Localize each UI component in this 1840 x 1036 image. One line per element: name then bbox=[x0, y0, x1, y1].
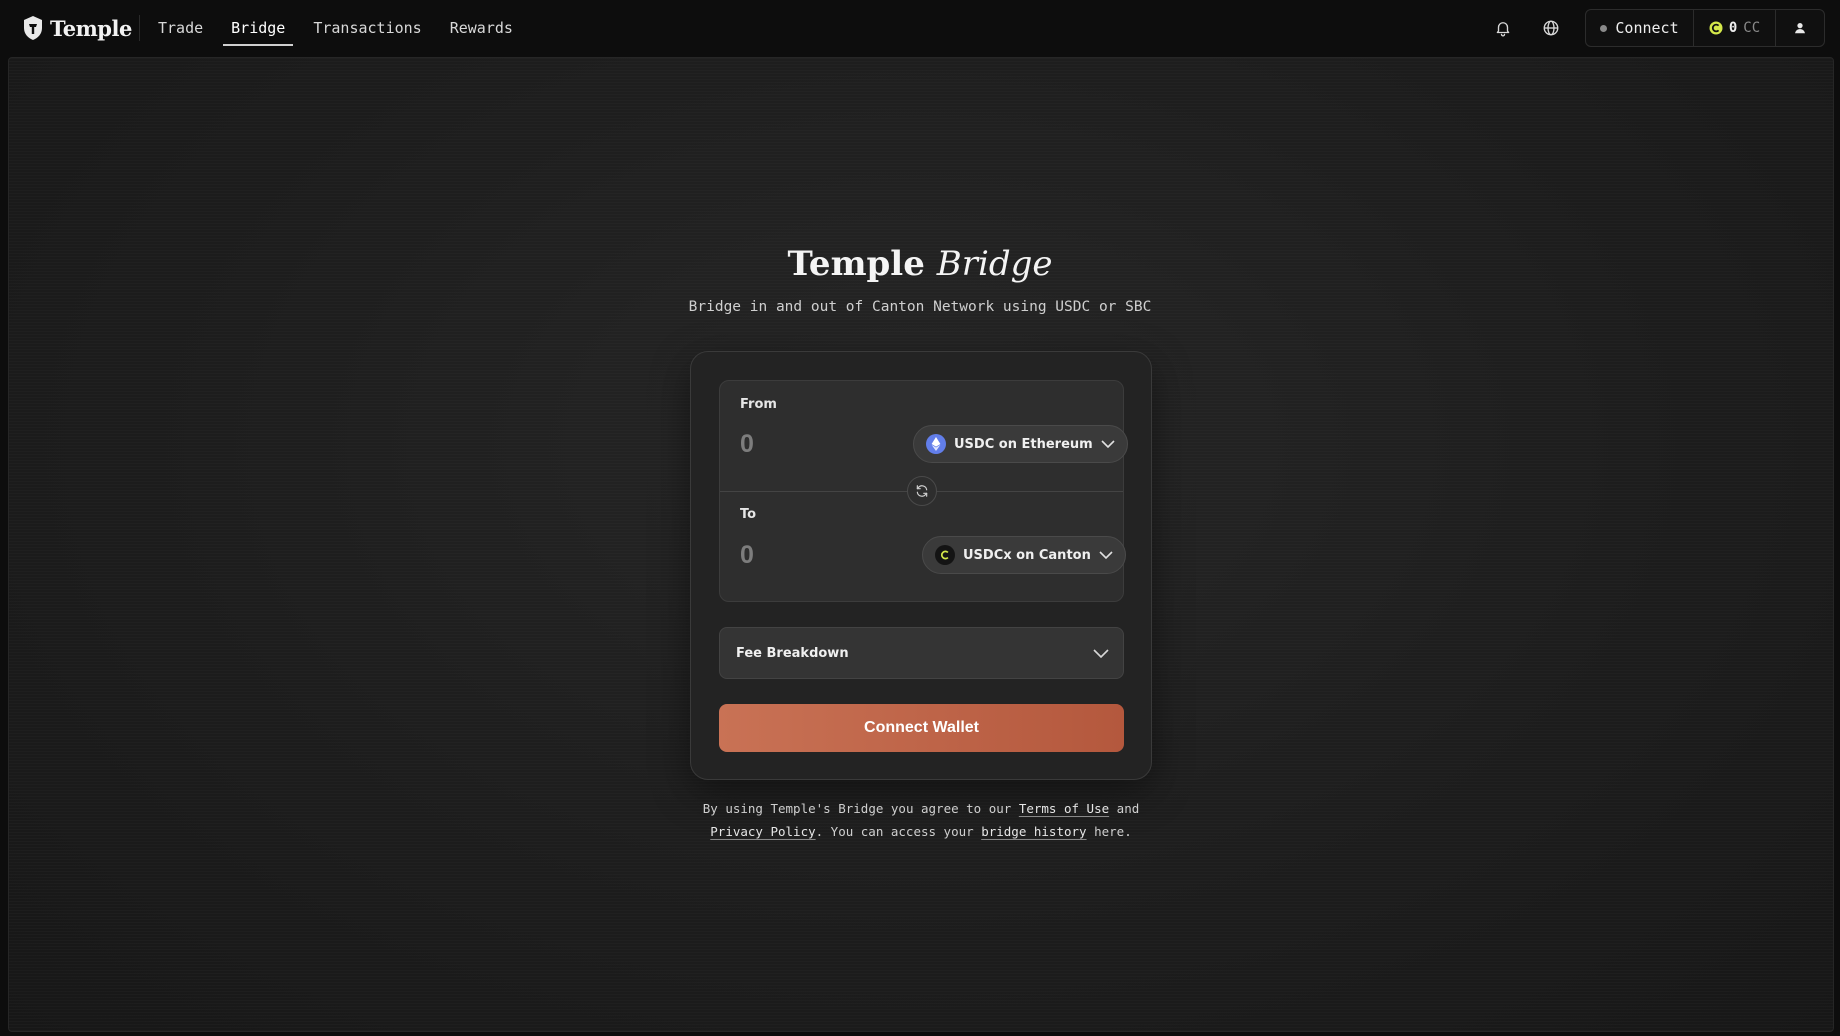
notifications-button[interactable] bbox=[1491, 16, 1515, 40]
nav-divider bbox=[139, 15, 140, 41]
nav-item-rewards[interactable]: Rewards bbox=[450, 0, 513, 56]
legal-notice: By using Temple's Bridge you agree to ou… bbox=[690, 797, 1152, 843]
nav-item-transactions[interactable]: Transactions bbox=[313, 0, 421, 56]
swap-direction-button[interactable] bbox=[907, 476, 937, 506]
bridge-history-link[interactable]: bridge history bbox=[981, 824, 1086, 839]
ethereum-icon bbox=[926, 434, 946, 454]
chevron-down-icon bbox=[1101, 440, 1115, 449]
user-icon bbox=[1795, 23, 1805, 34]
canton-icon bbox=[935, 545, 955, 565]
title-main: Temple bbox=[787, 244, 925, 284]
to-amount-input[interactable] bbox=[740, 538, 890, 572]
fee-breakdown-label: Fee Breakdown bbox=[736, 645, 849, 661]
to-token-label: USDCx on Canton bbox=[963, 547, 1091, 563]
from-label: From bbox=[740, 397, 777, 412]
nav-item-bridge[interactable]: Bridge bbox=[223, 0, 294, 56]
terms-of-use-link[interactable]: Terms of Use bbox=[1019, 801, 1109, 816]
page-subtitle: Bridge in and out of Canton Network usin… bbox=[688, 299, 1152, 315]
to-token-select[interactable]: USDCx on Canton bbox=[922, 536, 1126, 574]
from-token-label: USDC on Ethereum bbox=[954, 436, 1093, 452]
swap-arrows-icon bbox=[916, 485, 928, 497]
chevron-down-icon bbox=[1093, 649, 1109, 658]
brand-name: Temple bbox=[50, 15, 132, 41]
bridge-card: From USDC on Ethereum To bbox=[690, 351, 1152, 780]
from-amount-input[interactable] bbox=[740, 427, 890, 461]
legal-middle: . You can access your bbox=[815, 824, 982, 839]
bell-icon bbox=[1496, 22, 1510, 37]
cc-balance: 0 CC bbox=[1694, 10, 1776, 46]
connect-button[interactable]: Connect bbox=[1586, 10, 1694, 46]
legal-suffix: here. bbox=[1086, 824, 1132, 839]
wallet-group: Connect 0 CC bbox=[1585, 9, 1825, 47]
balance-value: 0 bbox=[1728, 20, 1738, 36]
account-button[interactable] bbox=[1776, 10, 1824, 46]
page-title: Temple Bridge bbox=[0, 244, 1840, 284]
chevron-down-icon bbox=[1099, 551, 1113, 560]
globe-icon bbox=[1543, 20, 1559, 36]
legal-and: and bbox=[1109, 801, 1140, 816]
from-token-select[interactable]: USDC on Ethereum bbox=[913, 425, 1128, 463]
top-navigation-bar: Temple Trade Bridge Transactions Rewards… bbox=[0, 0, 1840, 56]
connect-label: Connect bbox=[1615, 19, 1679, 37]
privacy-policy-link[interactable]: Privacy Policy bbox=[710, 824, 815, 839]
connect-wallet-button[interactable]: Connect Wallet bbox=[719, 704, 1124, 752]
temple-logo-icon bbox=[24, 16, 42, 40]
nav-item-trade[interactable]: Trade bbox=[158, 0, 203, 56]
status-dot bbox=[1600, 24, 1608, 32]
title-italic: Bridge bbox=[936, 244, 1053, 284]
canton-coin-icon bbox=[1709, 21, 1723, 35]
to-label: To bbox=[740, 507, 757, 522]
legal-prefix: By using Temple's Bridge you agree to ou… bbox=[702, 801, 1019, 816]
brand-logo[interactable]: Temple bbox=[22, 14, 132, 42]
balance-unit: CC bbox=[1743, 20, 1761, 36]
main-nav: Trade Bridge Transactions Rewards bbox=[158, 0, 541, 56]
language-button[interactable] bbox=[1539, 16, 1563, 40]
swap-box: From USDC on Ethereum To bbox=[719, 380, 1128, 602]
fee-breakdown-toggle[interactable]: Fee Breakdown bbox=[719, 627, 1124, 679]
